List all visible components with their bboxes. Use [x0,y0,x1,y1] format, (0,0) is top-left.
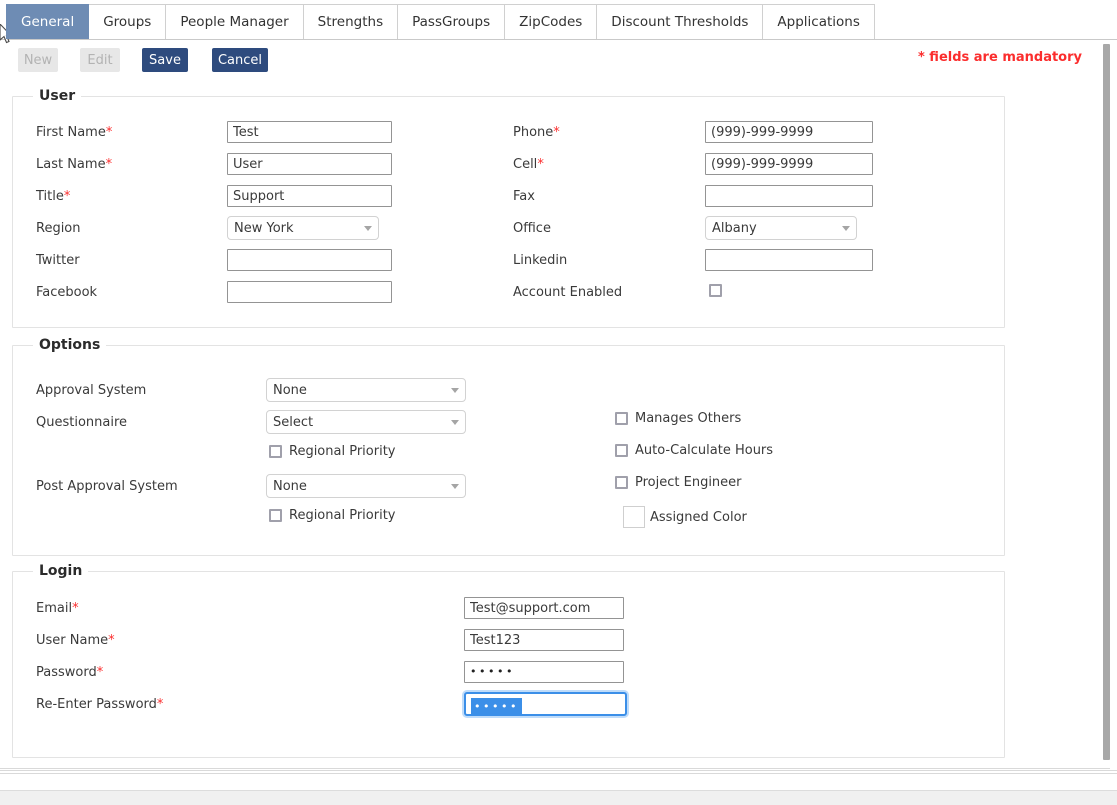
regional-priority-checkbox-1[interactable] [269,445,282,458]
tab-discount-thresholds[interactable]: Discount Thresholds [596,4,764,39]
fax-input[interactable] [705,185,873,207]
tab-label: General [21,14,75,30]
linkedin-label: Linkedin [513,253,568,268]
last-name-input[interactable] [227,153,392,175]
tab-label: Strengths [317,14,384,30]
office-select[interactable]: Albany [705,216,857,240]
status-bar [0,790,1117,805]
chevron-down-icon [364,225,372,231]
title-label: Title* [36,189,71,204]
office-label: Office [513,221,551,236]
questionnaire-value: Select [273,414,314,430]
manages-others-label: Manages Others [635,411,742,426]
tab-label: Applications [777,14,860,30]
mandatory-fields-note: * fields are mandatory [917,50,1082,65]
tab-strengths[interactable]: Strengths [302,4,399,39]
approval-system-label: Approval System [36,383,147,398]
title-input[interactable] [227,185,392,207]
tab-label: Groups [103,14,152,30]
regional-priority-label-1: Regional Priority [289,444,396,459]
questionnaire-label: Questionnaire [36,415,128,430]
account-enabled-label: Account Enabled [513,285,623,300]
last-name-label: Last Name* [36,157,113,172]
account-enabled-checkbox[interactable] [709,284,722,297]
tab-bar: General Groups People Manager Strengths … [0,0,1117,40]
chevron-down-icon [451,419,459,425]
cell-label: Cell* [513,157,544,172]
assigned-color-swatch[interactable] [623,506,645,528]
region-select[interactable]: New York [227,216,379,240]
new-button[interactable]: New [18,48,58,72]
first-name-input[interactable] [227,121,392,143]
office-select-value: Albany [712,220,757,236]
user-legend: User [33,88,82,104]
questionnaire-select[interactable]: Select [266,410,466,434]
footer-spacer [0,775,1117,790]
save-button[interactable]: Save [142,48,188,72]
user-name-input[interactable] [464,629,624,651]
post-approval-system-value: None [273,478,307,494]
twitter-label: Twitter [36,253,80,268]
chevron-down-icon [451,483,459,489]
facebook-label: Facebook [36,285,98,300]
password-input[interactable] [464,661,624,683]
twitter-input[interactable] [227,249,392,271]
options-fieldset: Options Approval System Questionnaire Po… [12,337,1005,556]
login-legend: Login [33,563,89,579]
phone-label: Phone* [513,125,560,140]
tab-label: PassGroups [412,14,491,30]
email-input[interactable] [464,597,624,619]
vertical-scrollbar-thumb[interactable] [1103,44,1110,760]
approval-system-value: None [273,382,307,398]
auto-calculate-hours-label: Auto-Calculate Hours [635,443,774,458]
options-legend: Options [33,337,107,353]
tab-passgroups[interactable]: PassGroups [397,4,506,39]
tab-label: Discount Thresholds [611,14,749,30]
regional-priority-label-2: Regional Priority [289,508,396,523]
re-enter-password-label: Re-Enter Password* [36,697,164,712]
tab-applications[interactable]: Applications [762,4,875,39]
cell-input[interactable] [705,153,873,175]
linkedin-input[interactable] [705,249,873,271]
edit-button[interactable]: Edit [80,48,120,72]
chevron-down-icon [451,387,459,393]
chevron-down-icon [842,225,850,231]
re-enter-password-input[interactable] [464,692,627,716]
email-label: Email* [36,601,79,616]
tab-people-manager[interactable]: People Manager [165,4,304,39]
tab-general[interactable]: General [6,4,90,39]
action-toolbar: New Edit Save Cancel * fields are mandat… [0,48,1100,82]
project-engineer-label: Project Engineer [635,475,742,490]
facebook-input[interactable] [227,281,392,303]
region-label: Region [36,221,81,236]
tab-zipcodes[interactable]: ZipCodes [504,4,598,39]
auto-calculate-hours-checkbox[interactable] [615,444,628,457]
login-fieldset: Login Email* User Name* Password* Re-Ent… [12,563,1005,758]
footer-divider [0,770,1117,774]
phone-input[interactable] [705,121,873,143]
post-approval-system-label: Post Approval System [36,479,178,494]
region-select-value: New York [234,220,294,236]
application-page: General Groups People Manager Strengths … [0,0,1117,805]
password-label: Password* [36,665,104,680]
manages-others-checkbox[interactable] [615,412,628,425]
project-engineer-checkbox[interactable] [615,476,628,489]
user-name-label: User Name* [36,633,115,648]
approval-system-select[interactable]: None [266,378,466,402]
tab-groups[interactable]: Groups [88,4,167,39]
tab-label: People Manager [180,14,289,30]
cancel-button[interactable]: Cancel [212,48,268,72]
tab-label: ZipCodes [519,14,583,30]
user-fieldset: User First Name* Last Name* Title* Regio… [12,88,1005,328]
regional-priority-checkbox-2[interactable] [269,509,282,522]
fax-label: Fax [513,189,535,204]
assigned-color-label: Assigned Color [650,510,747,525]
post-approval-system-select[interactable]: None [266,474,466,498]
first-name-label: First Name* [36,125,113,140]
